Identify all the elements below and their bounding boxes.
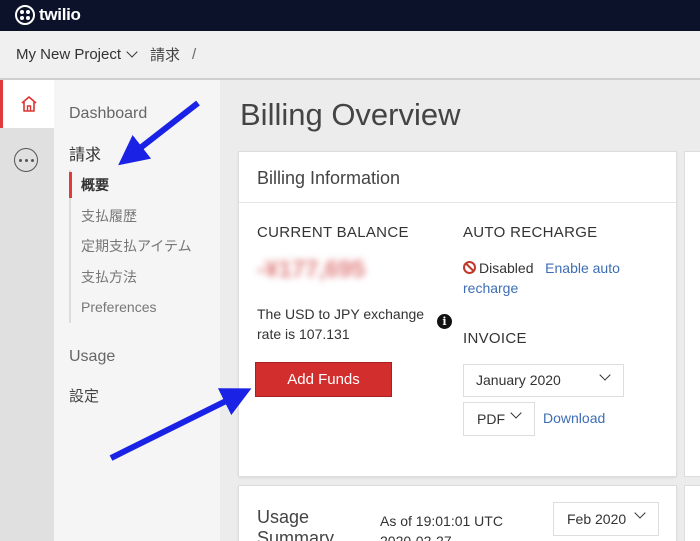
- twilio-logo-icon: [15, 5, 35, 25]
- chevron-down-icon: [634, 507, 646, 519]
- right-card-edge: [685, 152, 700, 476]
- breadcrumb-separator: /: [192, 46, 197, 63]
- breadcrumb-billing[interactable]: 請求: [150, 44, 180, 65]
- balance-value: -¥177,695: [257, 256, 366, 283]
- usage-summary-card: Usage Summary As of 19:01:01 UTC 2020-02…: [239, 486, 676, 541]
- usage-month-value: Feb 2020: [567, 511, 627, 527]
- sidebar-item-payment-methods[interactable]: 支払方法: [71, 262, 219, 293]
- invoice-format-value: PDF: [477, 411, 505, 427]
- sidebar-item-recurring-items[interactable]: 定期支払アイテム: [71, 231, 219, 262]
- disabled-icon: [463, 261, 476, 274]
- breadcrumb: My New Project 請求 /: [0, 31, 700, 80]
- usage-as-of: As of 19:01:01 UTC 2020-02-27: [380, 513, 503, 541]
- top-bar: twilio: [0, 0, 700, 31]
- sidebar-item-overview[interactable]: 概要: [69, 170, 219, 201]
- invoice-format-select[interactable]: PDF: [463, 402, 535, 436]
- download-link[interactable]: Download: [543, 410, 605, 426]
- sidebar-item-billing[interactable]: 請求: [69, 141, 101, 165]
- sidebar-item-preferences[interactable]: Preferences: [71, 292, 219, 323]
- exchange-rate-note: The USD to JPY exchange rate is 107.131: [257, 306, 425, 342]
- sidebar-item-dashboard[interactable]: Dashboard: [69, 105, 147, 123]
- billing-submenu: 概要 支払履歴 定期支払アイテム 支払方法 Preferences: [69, 170, 219, 323]
- auto-recharge-status-text: Disabled: [479, 260, 534, 276]
- usage-month-select[interactable]: Feb 2020: [553, 502, 659, 536]
- chevron-down-icon: [510, 407, 522, 419]
- brand-name: twilio: [39, 5, 81, 24]
- more-button[interactable]: [14, 148, 38, 172]
- auto-recharge-label: AUTO RECHARGE: [463, 224, 598, 241]
- page-title: Billing Overview: [240, 97, 461, 132]
- more-icon: [18, 158, 22, 162]
- right-card-edge-lower: [685, 486, 700, 541]
- home-button[interactable]: [0, 80, 54, 128]
- card-divider: [239, 202, 676, 203]
- billing-information-title: Billing Information: [257, 168, 401, 188]
- sidebar: Dashboard 請求 概要 支払履歴 定期支払アイテム 支払方法 Prefe…: [54, 80, 220, 541]
- sidebar-item-settings[interactable]: 設定: [69, 385, 99, 406]
- home-icon: [20, 96, 37, 112]
- twilio-logo[interactable]: twilio: [15, 5, 81, 25]
- current-balance-label: CURRENT BALANCE: [257, 224, 409, 241]
- sidebar-item-usage[interactable]: Usage: [69, 348, 115, 366]
- icon-rail: [0, 80, 54, 541]
- sidebar-item-payment-history[interactable]: 支払履歴: [71, 201, 219, 232]
- chevron-down-icon: [599, 369, 611, 381]
- project-selector[interactable]: My New Project: [16, 46, 138, 63]
- project-name: My New Project: [16, 46, 122, 63]
- main-content: Billing Overview Billing Information CUR…: [220, 80, 700, 541]
- add-funds-button[interactable]: Add Funds: [255, 362, 392, 397]
- billing-information-card: Billing Information CURRENT BALANCE -¥17…: [239, 152, 676, 476]
- invoice-month-value: January 2020: [476, 372, 561, 388]
- usage-summary-title: Usage Summary: [257, 507, 335, 541]
- invoice-label: INVOICE: [463, 330, 527, 347]
- invoice-month-select[interactable]: January 2020: [463, 364, 624, 397]
- info-icon[interactable]: i: [437, 314, 452, 329]
- auto-recharge-status: Disabled Enable auto recharge: [463, 258, 653, 298]
- chevron-down-icon: [126, 46, 138, 58]
